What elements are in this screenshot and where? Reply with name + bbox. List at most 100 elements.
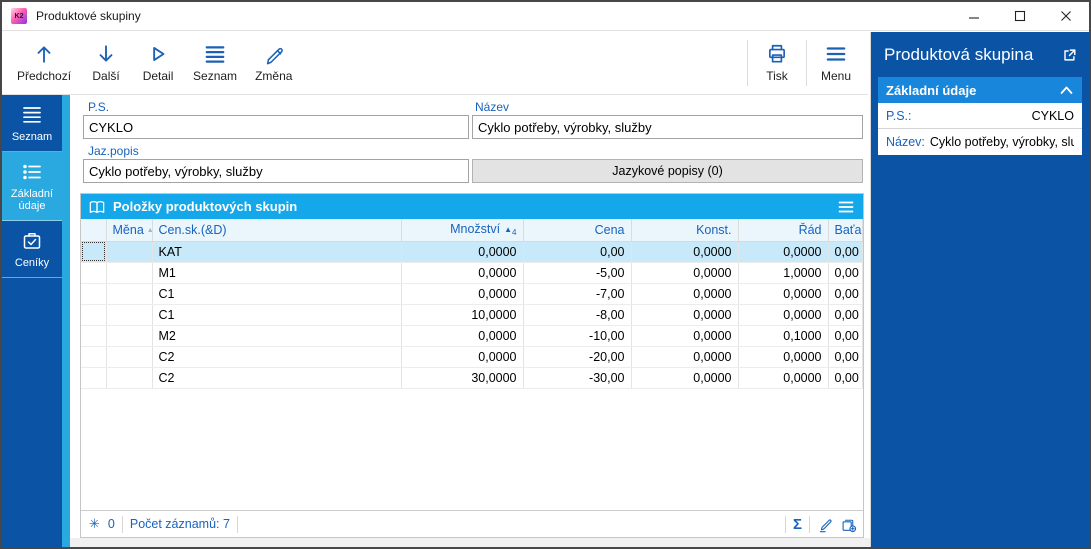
table-row[interactable]: M1 0,0000 -5,00 0,0000 1,0000 0,00 [81,262,863,284]
cell-rad[interactable]: 0,0000 [738,283,829,305]
cell-mena[interactable] [106,325,153,347]
col-header-selector[interactable] [81,219,107,242]
cell-rad[interactable]: 0,0000 [738,241,829,263]
section-header[interactable]: Základní údaje [878,77,1082,103]
cell-bata[interactable]: 0,00 [828,283,863,305]
close-button[interactable] [1043,2,1089,30]
row-selector-cell[interactable] [81,283,107,305]
edit-button[interactable]: Změna [246,35,301,91]
cell-cena[interactable]: -20,00 [523,346,632,368]
table-row[interactable]: C1 10,0000 -8,00 0,0000 0,0000 0,00 [81,304,863,326]
row-selector-cell[interactable] [81,346,107,368]
detail-button[interactable]: Detail [132,35,184,91]
cell-censk[interactable]: M2 [152,325,402,347]
cell-mena[interactable] [106,241,153,263]
cell-cena[interactable]: -5,00 [523,262,632,284]
cell-mnozstvi[interactable]: 0,0000 [401,346,524,368]
open-external-icon[interactable] [1061,47,1077,63]
cell-censk[interactable]: C1 [152,283,402,305]
cell-konst[interactable]: 0,0000 [631,346,739,368]
cell-censk[interactable]: C1 [152,304,402,326]
sidebar-item-zakladni-udaje[interactable]: Základní údaje [2,152,62,221]
cell-mnozstvi[interactable]: 0,0000 [401,241,524,263]
maximize-icon [1014,10,1026,22]
cell-mnozstvi[interactable]: 10,0000 [401,304,524,326]
cell-bata[interactable]: 0,00 [828,325,863,347]
row-selector-cell[interactable] [81,241,107,263]
ps-field[interactable] [83,115,469,139]
cell-cena[interactable]: -10,00 [523,325,632,347]
col-header-censk[interactable]: Cen.sk.(&D) [152,219,402,242]
cell-konst[interactable]: 0,0000 [631,367,739,389]
cell-konst[interactable]: 0,0000 [631,262,739,284]
copy-add-record-icon[interactable] [840,516,857,533]
cell-konst[interactable]: 0,0000 [631,241,739,263]
cell-mena[interactable] [106,367,153,389]
cell-mnozstvi[interactable]: 0,0000 [401,325,524,347]
row-selector-cell[interactable] [81,262,107,284]
table-row[interactable]: C1 0,0000 -7,00 0,0000 0,0000 0,00 [81,283,863,305]
cell-cena[interactable]: -30,00 [523,367,632,389]
menu-button[interactable]: Menu [810,35,862,91]
table-row[interactable]: C2 0,0000 -20,00 0,0000 0,0000 0,00 [81,346,863,368]
cell-mena[interactable] [106,346,153,368]
col-header-cena[interactable]: Cena [523,219,632,242]
print-button[interactable]: Tisk [751,35,803,91]
cell-konst[interactable]: 0,0000 [631,325,739,347]
table-row[interactable]: M2 0,0000 -10,00 0,0000 0,1000 0,00 [81,325,863,347]
minimize-button[interactable] [951,2,997,30]
cell-mnozstvi[interactable]: 0,0000 [401,262,524,284]
list-button-label: Seznam [193,69,238,83]
sum-icon[interactable]: Σ [793,516,802,533]
next-button[interactable]: Další [80,35,132,91]
col-header-rad[interactable]: Řád [738,219,829,242]
cell-censk[interactable]: C2 [152,367,402,389]
row-selector-cell[interactable] [81,325,107,347]
previous-button[interactable]: Předchozí [8,35,80,91]
list-button[interactable]: Seznam [184,35,246,91]
cell-cena[interactable]: -7,00 [523,283,632,305]
col-header-mnozstvi[interactable]: Množství ▲4 [401,219,524,242]
table-row[interactable]: C2 30,0000 -30,00 0,0000 0,0000 0,00 [81,367,863,389]
cell-rad[interactable]: 0,1000 [738,325,829,347]
col-header-mena[interactable]: Měna▲ [106,219,153,242]
cell-mena[interactable] [106,283,153,305]
record-count-label: Počet záznamů: 7 [129,517,230,531]
cell-rad[interactable]: 0,0000 [738,346,829,368]
cell-bata[interactable]: 0,00 [828,304,863,326]
cell-rad[interactable]: 0,0000 [738,304,829,326]
table-row[interactable]: KAT 0,0000 0,00 0,0000 0,0000 0,00 [81,241,863,263]
cell-bata[interactable]: 0,00 [828,367,863,389]
edit-record-icon[interactable] [817,516,834,533]
sidebar-item-ceniky[interactable]: Ceníky [2,221,62,278]
cell-cena[interactable]: 0,00 [523,241,632,263]
cell-rad[interactable]: 0,0000 [738,367,829,389]
cell-mena[interactable] [106,304,153,326]
cell-mena[interactable] [106,262,153,284]
cell-bata[interactable]: 0,00 [828,262,863,284]
cell-censk[interactable]: C2 [152,346,402,368]
window-title: Produktové skupiny [36,9,141,23]
cell-cena[interactable]: -8,00 [523,304,632,326]
app-window: K2 Produktové skupiny Předchozí Další De… [0,0,1091,549]
cell-rad[interactable]: 1,0000 [738,262,829,284]
cell-konst[interactable]: 0,0000 [631,304,739,326]
col-header-bata[interactable]: Baťa [828,219,863,242]
detail-button-label: Detail [142,69,174,83]
jazpopis-field[interactable] [83,159,469,183]
col-header-konst[interactable]: Konst. [631,219,739,242]
cell-mnozstvi[interactable]: 30,0000 [401,367,524,389]
cell-konst[interactable]: 0,0000 [631,283,739,305]
cell-bata[interactable]: 0,00 [828,346,863,368]
cell-censk[interactable]: M1 [152,262,402,284]
maximize-button[interactable] [997,2,1043,30]
cell-censk[interactable]: KAT [152,241,402,263]
language-descriptions-button[interactable]: Jazykové popisy (0) [472,159,863,183]
cell-mnozstvi[interactable]: 0,0000 [401,283,524,305]
sidebar-item-seznam[interactable]: Seznam [2,95,62,152]
row-selector-cell[interactable] [81,367,107,389]
grid-menu-icon[interactable] [837,199,855,215]
nazev-field[interactable] [472,115,863,139]
cell-bata[interactable]: 0,00 [828,241,863,263]
row-selector-cell[interactable] [81,304,107,326]
